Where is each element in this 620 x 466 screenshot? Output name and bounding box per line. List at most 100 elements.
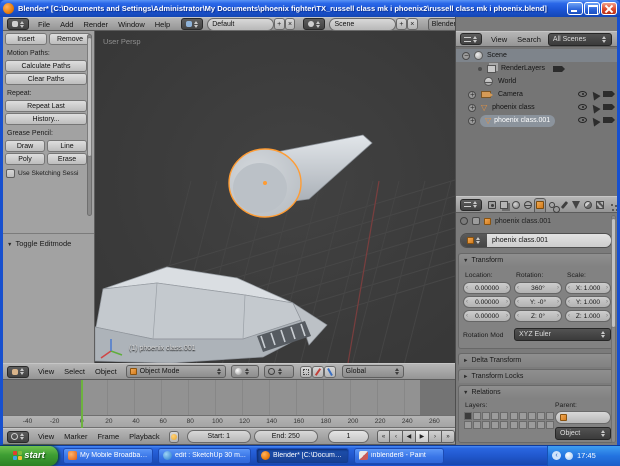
collapse-icon[interactable] — [462, 52, 470, 60]
tab-world[interactable] — [522, 198, 534, 212]
hide-icons-chevron[interactable] — [552, 451, 561, 460]
taskbar-task-blender[interactable]: Blender* [C:\Docume... — [256, 448, 349, 464]
insert-keyframe-button[interactable]: Insert — [5, 33, 47, 45]
tab-render[interactable] — [486, 198, 498, 212]
menu-object[interactable]: Object — [90, 367, 122, 376]
renderability-camera-icon[interactable] — [603, 104, 612, 110]
tab-particles[interactable] — [606, 198, 617, 212]
tab-constraints[interactable] — [546, 198, 558, 212]
layer-cell[interactable] — [464, 412, 472, 420]
next-keyframe-button[interactable]: › — [429, 430, 442, 443]
close-button[interactable] — [601, 2, 617, 15]
window-titlebar[interactable]: Blender* [C:\Documents and Settings\Admi… — [0, 0, 620, 17]
scale-x-field[interactable]: X: 1.000 — [565, 282, 611, 294]
rotation-x-field[interactable]: 360° — [514, 282, 562, 294]
taskbar-task-sketchup[interactable]: edit : SketchUp 30 m... — [158, 448, 251, 464]
menu-tl-frame[interactable]: Frame — [92, 432, 124, 441]
layer-cell[interactable] — [546, 421, 554, 429]
layer-cell[interactable] — [537, 421, 545, 429]
layer-cell[interactable] — [473, 421, 481, 429]
start-button[interactable]: start — [0, 446, 58, 466]
scene-icon-button[interactable] — [303, 18, 325, 30]
menu-add[interactable]: Add — [55, 20, 78, 29]
outliner-item-label[interactable]: Camera — [498, 91, 523, 98]
layers-grid-left[interactable] — [464, 412, 508, 429]
timeline-region[interactable] — [3, 380, 455, 415]
location-y-field[interactable]: 0.00000 — [463, 296, 511, 308]
scene-field[interactable]: Scene — [329, 18, 395, 31]
location-z-field[interactable]: 0.00000 — [463, 310, 511, 322]
scale-y-field[interactable]: Y: 1.000 — [565, 296, 611, 308]
tab-object[interactable] — [534, 198, 546, 212]
layer-cell[interactable] — [482, 412, 490, 420]
gp-draw-button[interactable]: Draw — [5, 140, 45, 152]
layer-cell[interactable] — [519, 421, 527, 429]
jump-to-end-button[interactable]: » — [442, 430, 455, 443]
delete-scene-button[interactable]: × — [407, 18, 418, 30]
renderability-camera-icon[interactable] — [603, 117, 612, 123]
selectability-cursor-icon[interactable] — [589, 89, 600, 100]
layer-cell[interactable] — [464, 421, 472, 429]
layer-cell[interactable] — [482, 421, 490, 429]
selectability-cursor-icon[interactable] — [589, 115, 600, 126]
rotation-z-field[interactable]: Z: 0° — [514, 310, 562, 322]
frame-start-field[interactable]: Start: 1 — [187, 430, 251, 443]
layer-cell[interactable] — [491, 412, 499, 420]
outliner-item-label[interactable]: RenderLayers — [501, 65, 545, 72]
tab-scene[interactable] — [510, 198, 522, 212]
gp-erase-button[interactable]: Erase — [47, 153, 87, 165]
viewport-3d[interactable]: User Persp (1) phoenix class.001 — [95, 31, 455, 363]
mode-dropdown[interactable]: Object Mode — [126, 365, 226, 378]
menu-help[interactable]: Help — [150, 20, 175, 29]
add-layout-button[interactable]: + — [274, 18, 285, 30]
layer-cell[interactable] — [500, 421, 508, 429]
play-reverse-button[interactable]: ◀ — [403, 430, 416, 443]
current-frame-field[interactable]: 1 — [328, 430, 369, 443]
object-name-text[interactable]: phoenix class.001 — [487, 234, 611, 247]
timeline-ruler[interactable]: -40-200204060801001201401601802002202402… — [3, 415, 455, 428]
properties-scrollbar[interactable] — [611, 215, 616, 443]
use-sketching-checkbox[interactable] — [6, 169, 15, 178]
outliner-item-label[interactable]: phoenix class.001 — [494, 117, 550, 124]
visibility-eye-icon[interactable] — [578, 91, 587, 97]
layer-cell[interactable] — [528, 421, 536, 429]
autokey-record-button[interactable] — [169, 431, 179, 443]
pivot-dropdown[interactable] — [264, 365, 294, 378]
engine-pod-object[interactable] — [229, 135, 372, 217]
outliner-item-label[interactable]: Scene — [487, 52, 507, 59]
gp-line-button[interactable]: Line — [47, 140, 87, 152]
layer-cell[interactable] — [519, 412, 527, 420]
shading-dropdown[interactable] — [231, 365, 259, 378]
renderability-camera-icon[interactable] — [603, 91, 612, 97]
rotation-y-field[interactable]: Y: -0° — [514, 296, 562, 308]
layer-cell[interactable] — [491, 421, 499, 429]
relations-panel-header[interactable]: Relations — [459, 386, 613, 399]
current-frame-line[interactable] — [81, 380, 83, 415]
tab-object-data[interactable] — [570, 198, 582, 212]
menu-outliner-search[interactable]: Search — [512, 35, 546, 44]
remove-keyframe-button[interactable]: Remove — [49, 33, 91, 45]
tab-render-layers[interactable] — [498, 198, 510, 212]
transform-locks-panel[interactable]: Transform Locks — [458, 369, 614, 382]
jump-to-start-button[interactable]: « — [377, 430, 390, 443]
visibility-eye-icon[interactable] — [578, 104, 587, 110]
rotate-manipulator-button[interactable] — [324, 366, 336, 378]
operator-panel-toggle[interactable]: Toggle Editmode — [7, 239, 71, 248]
breadcrumb-object-name[interactable]: phoenix class.001 — [495, 218, 551, 225]
layer-cell[interactable] — [528, 412, 536, 420]
play-button[interactable]: ▶ — [416, 430, 429, 443]
scale-z-field[interactable]: Z: 1.000 — [565, 310, 611, 322]
menu-window[interactable]: Window — [113, 20, 150, 29]
outliner-filter-dropdown[interactable]: All Scenes — [548, 33, 612, 46]
layer-cell[interactable] — [546, 412, 554, 420]
taskbar-task-broadband[interactable]: My Mobile Broadband... — [63, 448, 153, 464]
editor-type-button-timeline[interactable] — [7, 431, 29, 443]
expand-icon[interactable] — [468, 117, 476, 125]
tab-material[interactable] — [582, 198, 594, 212]
gp-poly-button[interactable]: Poly — [5, 153, 45, 165]
layer-cell[interactable] — [510, 412, 518, 420]
editor-type-button-outliner[interactable] — [460, 33, 482, 45]
transform-panel-header[interactable]: Transform — [459, 254, 613, 267]
visibility-eye-icon[interactable] — [578, 117, 587, 123]
menu-file[interactable]: File — [33, 20, 55, 29]
